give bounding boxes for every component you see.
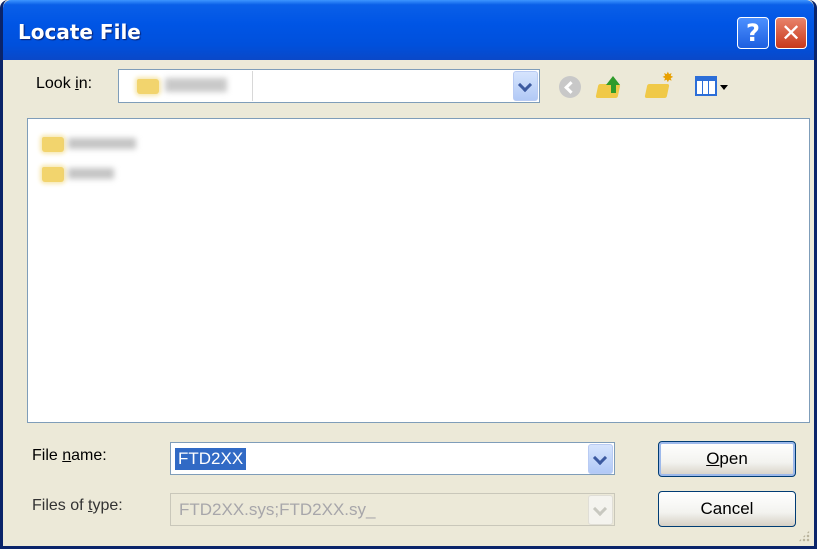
folder-icon (42, 137, 64, 152)
dialog-title: Locate File (18, 20, 141, 44)
files-of-type-dropdown[interactable]: FTD2XX.sys;FTD2XX.sy_ (170, 493, 615, 526)
files-of-type-value: FTD2XX.sys;FTD2XX.sy_ (179, 500, 376, 519)
close-icon: ✕ (780, 19, 802, 47)
help-button[interactable]: ? (737, 17, 769, 49)
locate-file-dialog: Locate File ? ✕ Look in: ✸ File name: FT… (0, 0, 817, 549)
file-name-field[interactable]: FTD2XX (170, 442, 615, 475)
files-of-type-label: Files of type: (32, 497, 123, 514)
file-list[interactable] (27, 118, 810, 423)
chevron-down-icon (588, 495, 613, 525)
look-in-dropdown[interactable] (118, 69, 540, 103)
up-one-level-icon[interactable] (595, 76, 623, 100)
folder-icon (137, 79, 159, 94)
list-item-label-redacted (68, 168, 114, 179)
file-name-label: File name: (32, 447, 107, 464)
close-button[interactable]: ✕ (775, 17, 807, 49)
list-item[interactable] (38, 164, 158, 184)
list-item[interactable] (38, 134, 158, 154)
chevron-down-icon[interactable] (513, 71, 538, 101)
views-menu-icon[interactable] (695, 76, 717, 96)
help-icon: ? (746, 19, 760, 47)
file-name-value[interactable]: FTD2XX (175, 448, 247, 470)
chevron-down-icon[interactable] (588, 444, 613, 474)
resize-grip-icon[interactable] (798, 530, 810, 542)
new-folder-icon[interactable]: ✸ (644, 70, 674, 100)
title-bar[interactable]: Locate File ? ✕ (3, 0, 814, 60)
back-icon[interactable] (559, 76, 581, 98)
look-in-label: Look in: (36, 75, 93, 92)
list-item-label-redacted (68, 138, 136, 149)
open-button[interactable]: Open (658, 441, 796, 477)
cancel-button[interactable]: Cancel (658, 491, 796, 527)
folder-icon (42, 167, 64, 182)
look-in-divider (252, 71, 253, 101)
look-in-value-redacted (165, 78, 227, 92)
views-caret-icon[interactable] (720, 85, 728, 90)
